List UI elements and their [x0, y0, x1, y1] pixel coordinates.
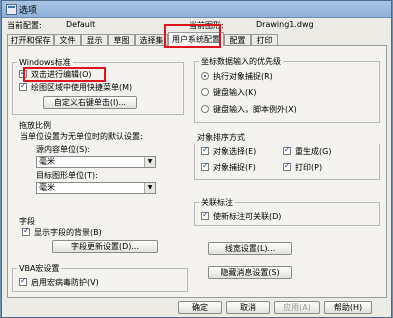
cancel-button[interactable]: 取消 — [226, 301, 270, 314]
vba-protection-label: 启用宏病毒防护(V) — [31, 278, 99, 287]
window-title: 选项 — [19, 6, 38, 16]
highlight-tab-box — [164, 24, 221, 48]
tab-profiles[interactable]: 配置 — [224, 34, 251, 45]
target-units-select[interactable]: 毫米 ▼ — [36, 182, 156, 194]
vba-protection-checkbox[interactable] — [19, 276, 27, 286]
assoc-dim-group: 关联标注 使新标注可关联(D) — [194, 197, 380, 226]
tab-files[interactable]: 文件 — [54, 34, 81, 45]
sort-selection-checkbox[interactable] — [201, 145, 209, 155]
target-units-label: 目标图形单位(T): — [36, 171, 98, 180]
priority-osnap-label: 执行对象捕捉(R) — [213, 72, 273, 81]
field-background-label: 显示字段的背景(B) — [34, 228, 102, 237]
field-update-settings-button[interactable]: 字段更新设置(D)... — [52, 240, 158, 253]
tab-plot[interactable]: 打印 — [251, 34, 278, 45]
drawing-value: Drawing1.dwg — [256, 20, 314, 29]
field-background-checkbox[interactable] — [22, 226, 30, 236]
sort-osnap-checkbox[interactable] — [201, 161, 209, 171]
profile-value: Default — [66, 20, 96, 29]
app-icon — [6, 4, 17, 15]
coordinate-priority-group: 坐标数据输入的优先级 执行对象捕捉(R) 键盘输入(K) 键盘输入，脚本例外(X… — [194, 56, 380, 123]
source-units-label: 源内容单位(S): — [36, 145, 91, 154]
sort-plot-label: 打印(P) — [295, 163, 323, 172]
priority-osnap-radio[interactable] — [201, 72, 209, 80]
chevron-down-icon: ▼ — [144, 183, 155, 193]
coordinate-priority-title: 坐标数据输入的优先级 — [199, 56, 283, 67]
source-units-value: 毫米 — [39, 157, 55, 166]
drag-scale-title: 拖放比例 — [18, 120, 52, 131]
priority-keyboard-script-radio[interactable] — [201, 105, 209, 113]
help-button[interactable]: 帮助(H) — [324, 301, 372, 314]
tab-open-save[interactable]: 打开和保存 — [7, 34, 54, 45]
vba-title: VBA宏设置 — [17, 263, 62, 274]
shortcut-menu-checkbox[interactable] — [19, 81, 27, 91]
right-click-customize-button[interactable]: 自定义右键单击(I)... — [43, 96, 137, 109]
ok-button[interactable]: 确定 — [178, 301, 222, 314]
tab-display[interactable]: 显示 — [81, 34, 108, 45]
sort-plot-checkbox[interactable] — [283, 161, 291, 171]
target-units-value: 毫米 — [39, 183, 55, 192]
assoc-dim-title: 关联标注 — [199, 197, 235, 208]
tab-panel: Windows标准 双击进行编辑(O) 绘图区域中使用快捷菜单(M) 自定义右键… — [7, 45, 387, 298]
priority-keyboard-radio[interactable] — [201, 88, 209, 96]
title-bar[interactable]: 选项 — [2, 1, 391, 18]
shortcut-menu-label: 绘图区域中使用快捷菜单(M) — [31, 83, 133, 92]
assoc-dim-checkbox[interactable] — [201, 210, 209, 220]
priority-keyboard-label: 键盘输入(K) — [213, 88, 257, 97]
options-dialog: 选项 当前配置: Default 当前图形: Drawing1.dwg 打开和保… — [1, 0, 392, 318]
assoc-dim-label: 使新标注可关联(D) — [213, 212, 282, 221]
sort-osnap-label: 对象捕捉(F) — [213, 163, 256, 172]
priority-keyboard-script-label: 键盘输入，脚本例外(X) — [213, 105, 297, 114]
sort-selection-label: 对象选择(E) — [213, 147, 257, 156]
source-units-select[interactable]: 毫米 ▼ — [36, 156, 156, 168]
sort-regen-checkbox[interactable] — [283, 145, 291, 155]
sort-regen-label: 重生成(G) — [295, 147, 332, 156]
highlight-dblclick-box — [23, 67, 106, 82]
chevron-down-icon: ▼ — [144, 157, 155, 167]
object-sort-title: 对象排序方式 — [196, 132, 246, 143]
object-sort-group: 对象选择(E) 重生成(G) 对象捕捉(F) 打印(P) — [194, 144, 380, 180]
vba-group: VBA宏设置 启用宏病毒防护(V) — [12, 263, 188, 292]
lineweight-settings-button[interactable]: 线宽设置(L)... — [208, 242, 292, 255]
drag-scale-desc: 当单位设置为无单位时的默认设置: — [20, 132, 143, 141]
profile-label: 当前配置: — [7, 21, 42, 30]
tab-drafting[interactable]: 草图 — [108, 34, 135, 45]
hidden-messages-button[interactable]: 隐藏消息设置(S) — [208, 266, 292, 279]
apply-button[interactable]: 应用(A) — [274, 301, 320, 314]
